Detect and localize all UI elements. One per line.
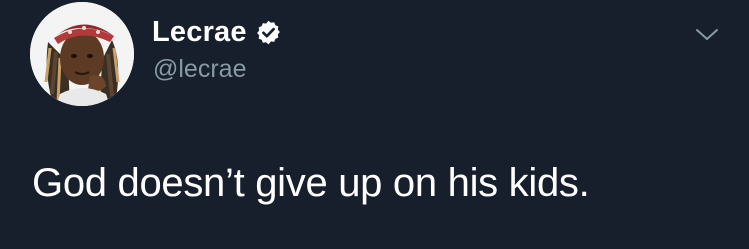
chevron-down-icon[interactable] [694, 24, 720, 44]
tweet-text: God doesn’t give up on his kids. [32, 161, 590, 205]
profile-photo-icon [30, 2, 134, 106]
verified-badge-icon [255, 19, 282, 46]
author-name-row: Lecrae [152, 14, 282, 50]
display-name[interactable]: Lecrae [152, 14, 247, 50]
user-handle[interactable]: @lecrae [153, 54, 246, 84]
tweet-card: Lecrae @lecrae God doesn’t give up on hi… [0, 0, 749, 249]
avatar[interactable] [30, 2, 134, 106]
